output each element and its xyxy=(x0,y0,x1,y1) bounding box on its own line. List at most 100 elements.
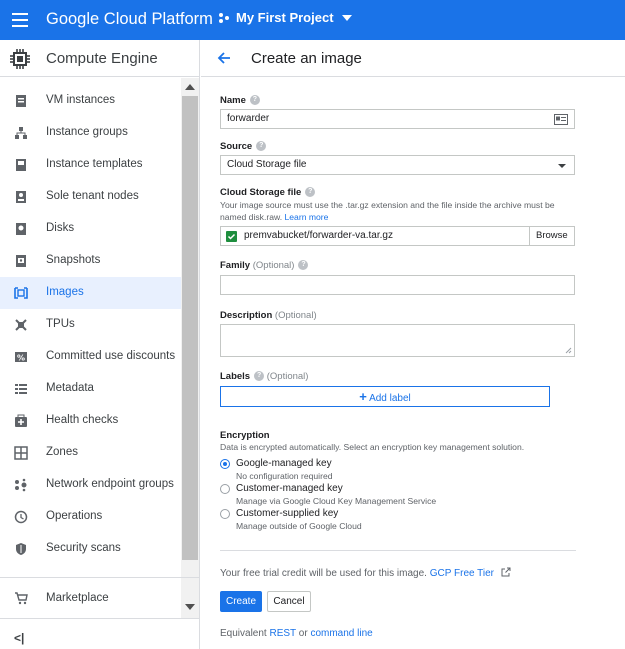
shield-icon xyxy=(16,543,26,555)
sidebar-item-sole-tenant-nodes[interactable]: Sole tenant nodes xyxy=(0,181,181,213)
sidebar-item-label: Operations xyxy=(46,510,103,522)
divider xyxy=(0,618,199,619)
sidebar-item-label: Network endpoint groups xyxy=(46,478,174,490)
node-icon xyxy=(16,191,26,203)
sidebar-item-label: Images xyxy=(46,286,84,298)
sidebar-item-instance-groups[interactable]: Instance groups xyxy=(0,117,181,149)
family-input[interactable] xyxy=(220,275,575,295)
sidebar-item-label: Zones xyxy=(46,446,78,458)
sidebar-item-label: Disks xyxy=(46,222,75,234)
command-line-link[interactable]: command line xyxy=(310,628,372,639)
help-icon[interactable]: ? xyxy=(249,95,260,106)
trial-notice: Your free trial credit will be used for … xyxy=(220,567,511,579)
source-select[interactable]: Cloud Storage file xyxy=(220,155,575,175)
cancel-button[interactable]: Cancel xyxy=(267,591,311,612)
project-selector[interactable]: My First Project xyxy=(218,10,352,25)
check-icon xyxy=(226,231,237,242)
add-label-text: Add label xyxy=(369,393,411,404)
main-content: Create an image Name? forwarder Source? … xyxy=(201,40,625,649)
cloud-storage-file-input[interactable]: premvabucket/forwarder-va.tar.gz Browse xyxy=(220,226,575,246)
sidebar-item-zones[interactable]: Zones xyxy=(0,437,181,469)
radio-button[interactable] xyxy=(220,484,230,494)
source-label: Source? xyxy=(220,141,267,152)
free-tier-link[interactable]: GCP Free Tier xyxy=(430,568,494,579)
collapse-sidebar-icon[interactable]: <| xyxy=(14,631,24,645)
sidebar-item-label: Committed use discounts xyxy=(46,350,176,362)
description-textarea[interactable] xyxy=(220,324,575,357)
sidebar: Compute Engine VM instances Instance gro… xyxy=(0,40,200,649)
radio-button[interactable] xyxy=(220,509,230,519)
sidebar-item-label: Security scans xyxy=(46,542,121,554)
sidebar-item-metadata[interactable]: Metadata xyxy=(0,373,181,405)
project-name: My First Project xyxy=(236,10,334,25)
sidebar-item-committed-use-discounts[interactable]: % Committed use discounts xyxy=(0,341,181,373)
divider xyxy=(529,227,530,245)
sidebar-item-security-scans[interactable]: Security scans xyxy=(0,533,181,565)
sidebar-item-label: VM instances xyxy=(46,94,116,106)
sidebar-item-marketplace[interactable]: Marketplace xyxy=(0,585,181,613)
cloud-storage-help-text: Your image source must use the .tar.gz e… xyxy=(220,200,555,222)
plus-icon: + xyxy=(359,389,367,404)
radio-button[interactable] xyxy=(220,459,230,469)
sidebar-item-label: Sole tenant nodes xyxy=(46,190,139,202)
sidebar-item-network-endpoint-groups[interactable]: Network endpoint groups xyxy=(0,469,181,501)
sidebar-item-tpus[interactable]: TPUs xyxy=(0,309,181,341)
learn-more-link[interactable]: Learn more xyxy=(285,212,329,222)
scrollbar-thumb[interactable] xyxy=(182,96,198,560)
sidebar-title: Compute Engine xyxy=(46,50,158,67)
app-title[interactable]: Google Cloud Platform xyxy=(46,10,213,29)
sidebar-item-label: Marketplace xyxy=(46,592,109,604)
cloud-storage-file-value: premvabucket/forwarder-va.tar.gz xyxy=(244,230,393,241)
sidebar-item-images[interactable]: Images xyxy=(0,277,181,309)
svg-text:%: % xyxy=(17,354,25,363)
help-icon[interactable]: ? xyxy=(256,141,267,152)
source-select-value: Cloud Storage file xyxy=(227,159,307,170)
network-icon xyxy=(15,478,27,492)
chevron-down-icon xyxy=(341,14,352,21)
divider xyxy=(220,550,576,551)
page-title: Create an image xyxy=(251,50,362,67)
create-button[interactable]: Create xyxy=(220,591,262,612)
back-arrow-icon[interactable] xyxy=(217,51,231,65)
help-icon[interactable]: ? xyxy=(298,260,309,271)
template-icon xyxy=(16,159,26,171)
sidebar-nav: VM instances Instance groups Instance te… xyxy=(0,78,181,566)
tpu-icon xyxy=(15,319,27,331)
sidebar-item-operations[interactable]: Operations xyxy=(0,501,181,533)
sidebar-item-label: Snapshots xyxy=(46,254,101,266)
dropdown-arrow-icon xyxy=(558,164,566,168)
name-label: Name? xyxy=(220,95,260,106)
scroll-up-arrow-icon[interactable] xyxy=(185,84,195,90)
sidebar-item-disks[interactable]: Disks xyxy=(0,213,181,245)
project-icon xyxy=(219,12,229,23)
name-input-value: forwarder xyxy=(227,113,270,124)
image-icon xyxy=(14,287,28,299)
help-icon[interactable]: ? xyxy=(305,187,316,198)
equivalent-links: Equivalent REST or command line xyxy=(220,628,373,639)
sidebar-item-label: TPUs xyxy=(46,318,75,330)
help-icon[interactable]: ? xyxy=(254,371,265,382)
rest-link[interactable]: REST xyxy=(269,628,296,639)
menu-icon[interactable] xyxy=(12,13,28,27)
radio-title: Google-managed key xyxy=(236,458,332,469)
group-icon xyxy=(15,127,27,139)
sidebar-scrollbar[interactable] xyxy=(181,78,199,618)
sidebar-item-snapshots[interactable]: Snapshots xyxy=(0,245,181,277)
sidebar-item-vm-instances[interactable]: VM instances xyxy=(0,85,181,117)
name-input[interactable]: forwarder xyxy=(220,109,575,129)
encryption-help-text: Data is encrypted automatically. Select … xyxy=(220,442,525,452)
browse-button[interactable]: Browse xyxy=(536,230,568,241)
external-link-icon[interactable] xyxy=(501,567,511,577)
resize-handle-icon[interactable] xyxy=(565,347,572,354)
add-label-button[interactable]: + Add label xyxy=(220,386,550,407)
snapshot-icon xyxy=(16,255,26,267)
sidebar-item-instance-templates[interactable]: Instance templates xyxy=(0,149,181,181)
top-app-bar: Google Cloud Platform My First Project xyxy=(0,0,625,40)
sidebar-item-health-checks[interactable]: Health checks xyxy=(0,405,181,437)
radio-subtitle: Manage outside of Google Cloud xyxy=(236,521,362,531)
cloud-storage-file-label: Cloud Storage file? xyxy=(220,187,316,198)
encryption-label: Encryption xyxy=(220,430,270,441)
scroll-down-arrow-icon[interactable] xyxy=(185,604,195,610)
disk-icon xyxy=(16,223,26,235)
health-icon xyxy=(15,414,27,427)
